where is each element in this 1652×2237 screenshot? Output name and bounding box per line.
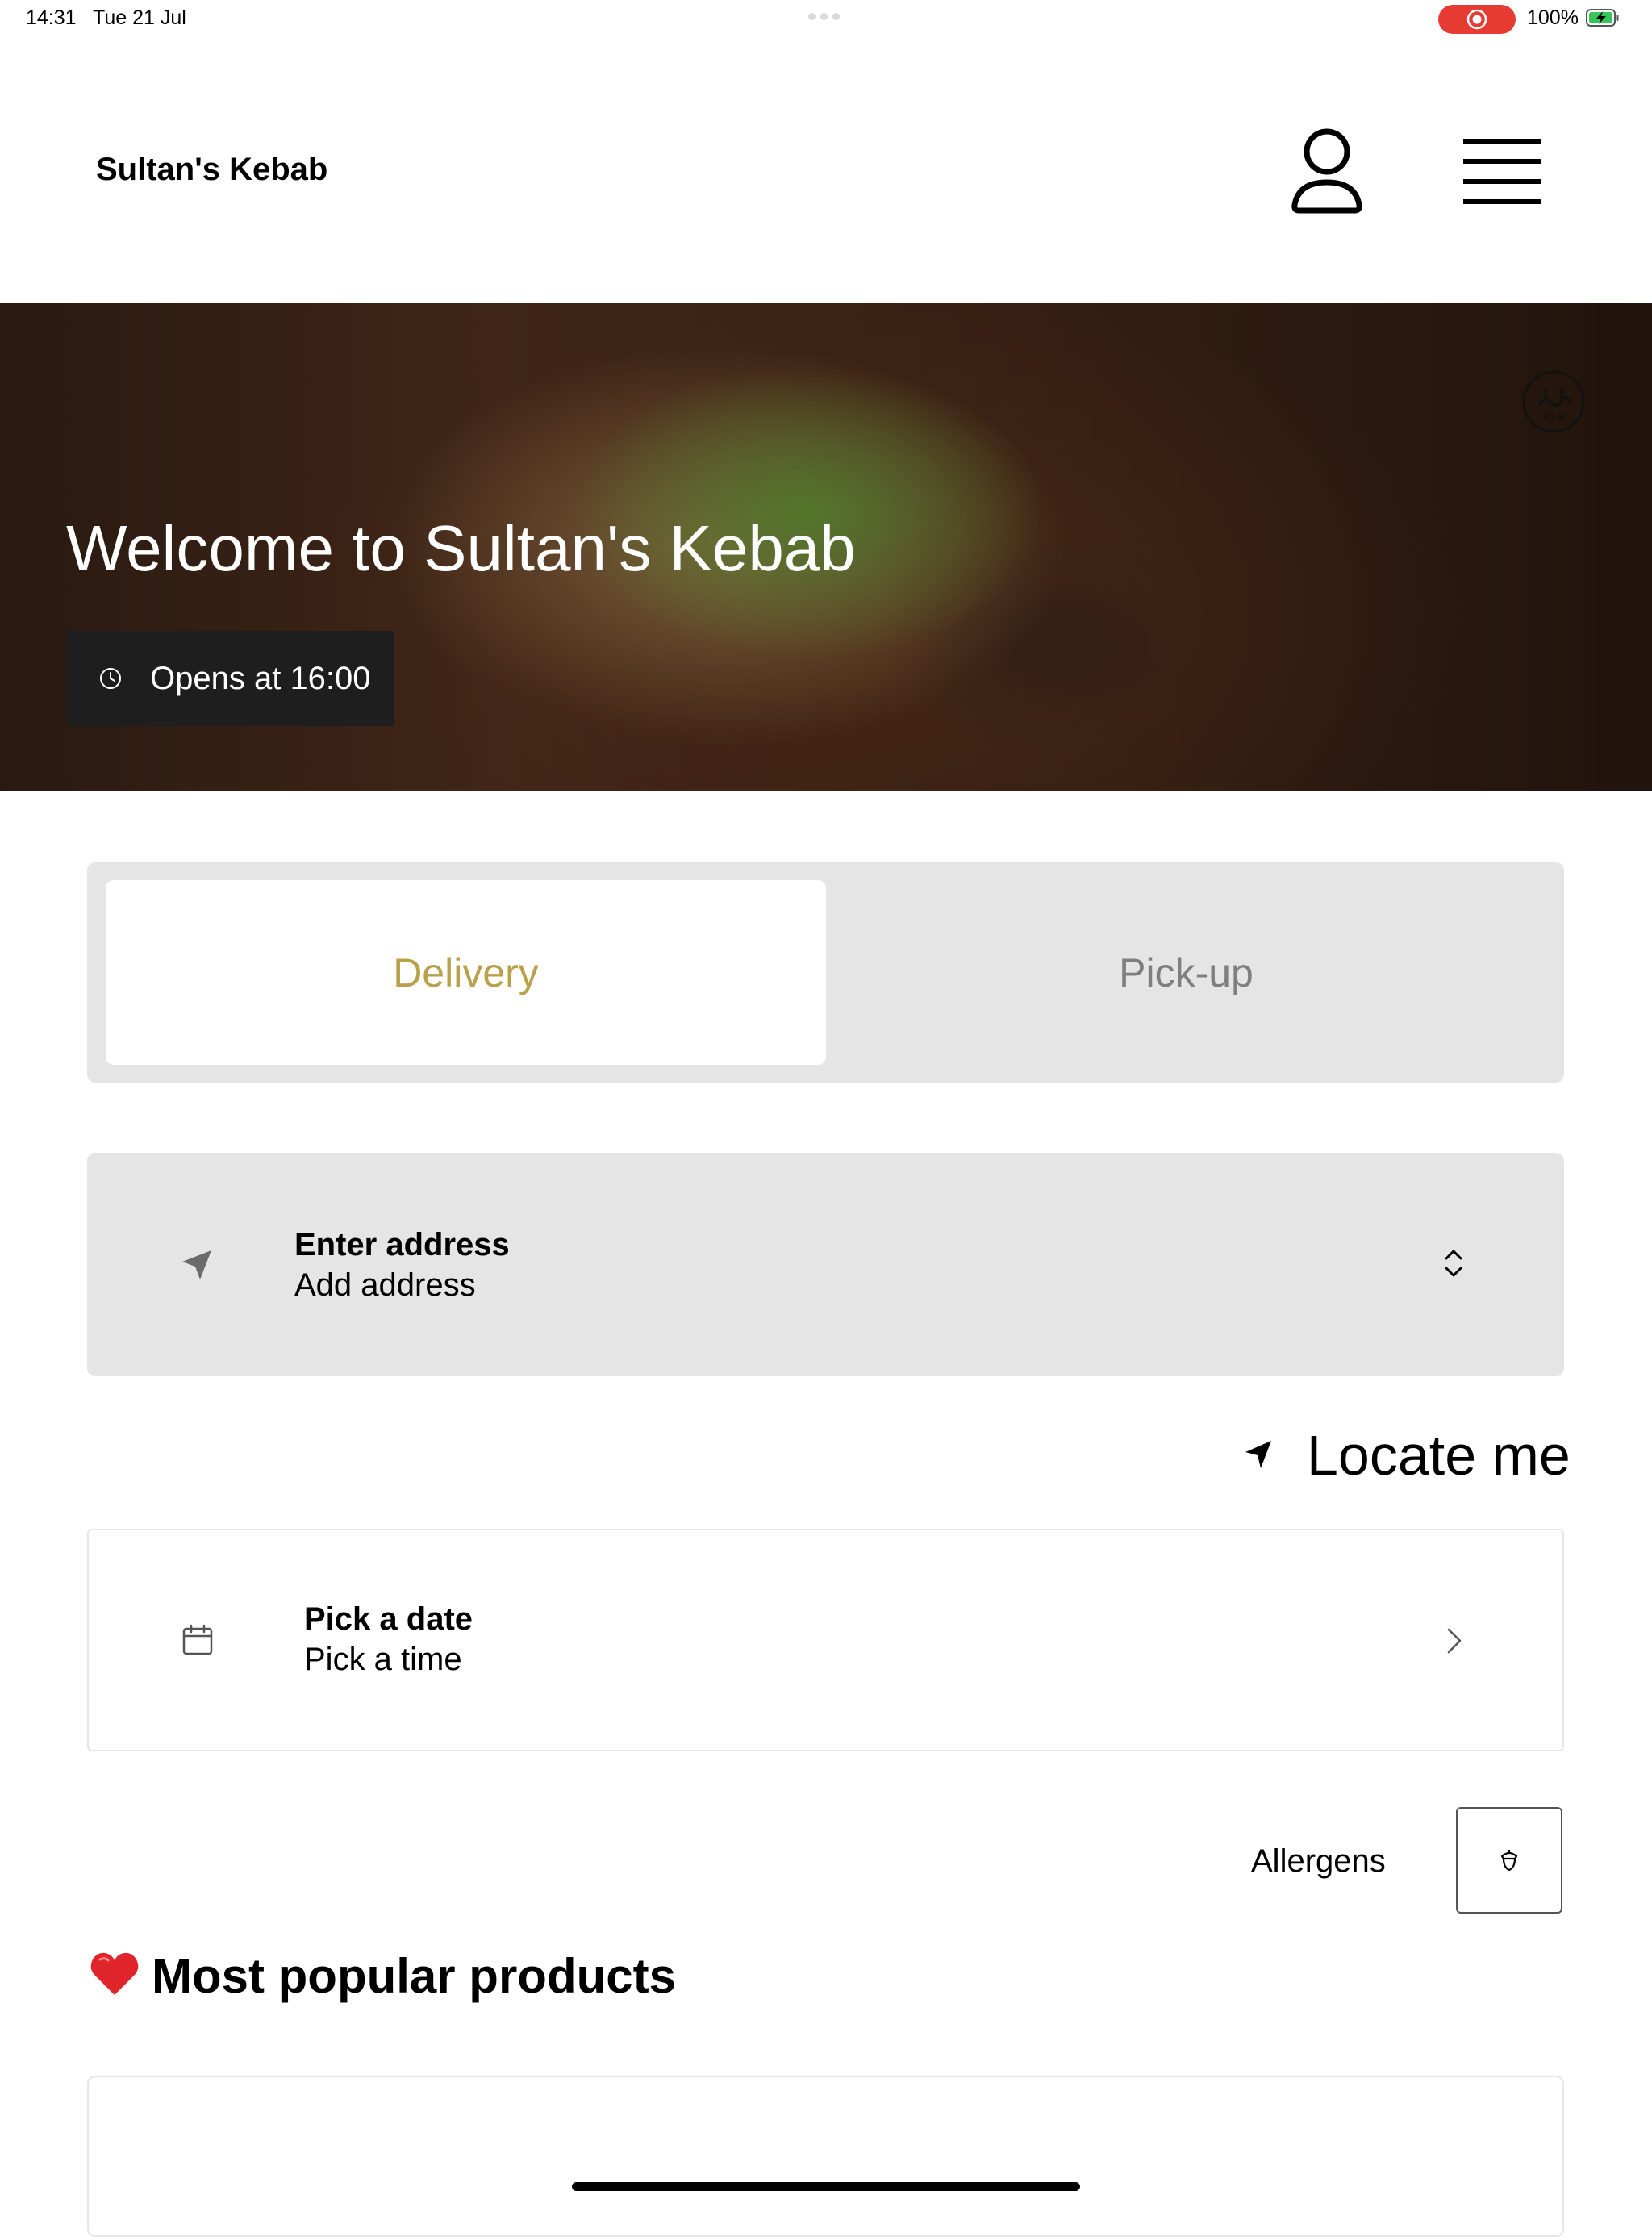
navigation-arrow-icon[interactable]	[1242, 1438, 1276, 1471]
allergens-label: Allergens	[1251, 1843, 1386, 1879]
date-title: Pick a date	[304, 1601, 473, 1637]
halal-icon: HALAL	[1522, 370, 1585, 433]
heart-icon	[90, 1952, 139, 1995]
brand-title[interactable]: Sultan's Kebab	[96, 152, 327, 188]
tab-delivery[interactable]: Delivery	[106, 880, 826, 1065]
user-icon[interactable]	[1291, 127, 1363, 216]
calendar-icon	[182, 1624, 213, 1655]
hero-title: Welcome to Sultan's Kebab	[66, 512, 856, 584]
hamburger-menu-icon[interactable]	[1462, 137, 1542, 207]
opening-hours-text: Opens at 16:00	[150, 660, 371, 696]
multitasking-dots-icon[interactable]	[808, 13, 844, 21]
locate-me-button[interactable]: Locate me	[1307, 1423, 1571, 1488]
location-arrow-icon	[182, 1250, 211, 1279]
acorn-icon	[1500, 1850, 1518, 1872]
address-subtitle: Add address	[294, 1267, 476, 1303]
status-time: 14:31	[26, 6, 77, 29]
record-icon	[1466, 9, 1487, 30]
status-date: Tue 21 Jul	[93, 6, 186, 29]
address-selector[interactable]	[87, 1153, 1564, 1376]
hero-banner: Welcome to Sultan's Kebab Opens at 16:00	[0, 303, 1652, 791]
tab-pickup[interactable]: Pick-up	[826, 880, 1546, 1065]
clock-icon	[100, 668, 121, 689]
time-subtitle: Pick a time	[304, 1642, 462, 1677]
home-indicator[interactable]	[572, 2182, 1080, 2191]
allergens-button[interactable]	[1456, 1807, 1562, 1914]
product-card[interactable]	[87, 2076, 1564, 2237]
date-time-picker[interactable]	[87, 1529, 1564, 1751]
chevron-up-down-icon	[1445, 1250, 1462, 1277]
screen-recording-indicator[interactable]	[1438, 5, 1516, 34]
battery-percent: 100%	[1527, 6, 1579, 29]
chevron-right-icon	[1447, 1628, 1462, 1654]
opening-hours-badge: Opens at 16:00	[66, 631, 394, 726]
popular-products-heading: Most popular products	[152, 1949, 676, 2003]
address-title: Enter address	[294, 1227, 510, 1262]
svg-text:HALAL: HALAL	[1540, 413, 1567, 422]
battery-charging-icon	[1586, 9, 1619, 27]
